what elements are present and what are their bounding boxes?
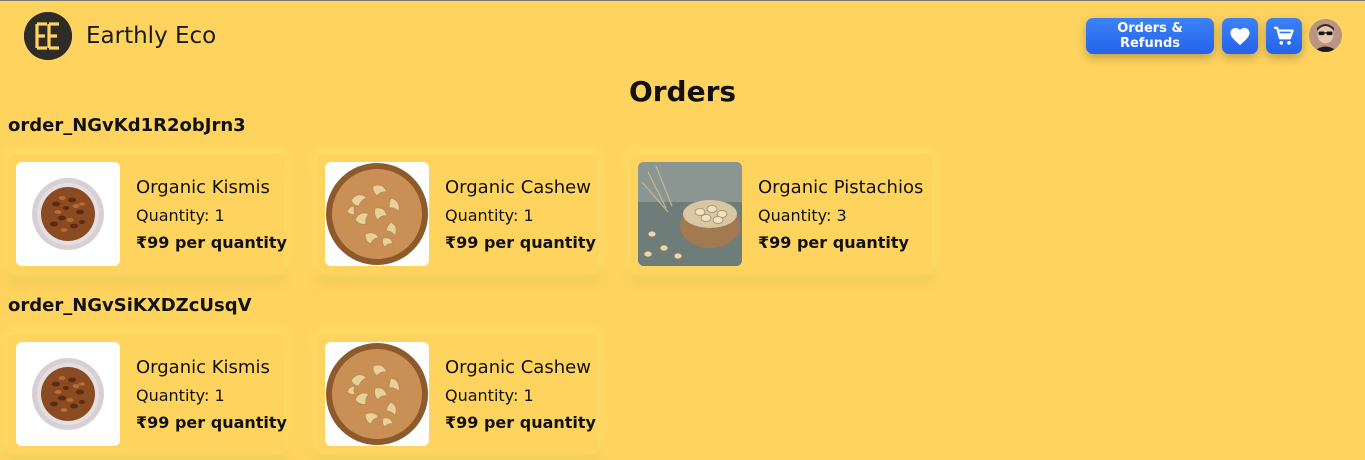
user-avatar[interactable]: [1309, 19, 1342, 52]
pistachio-bowl-icon: [638, 162, 742, 266]
product-quantity: Quantity: 1: [445, 206, 534, 225]
product-quantity: Quantity: 1: [445, 386, 534, 405]
cart-button[interactable]: [1266, 18, 1302, 54]
logo-icon: [24, 12, 72, 60]
orders-refunds-button[interactable]: Orders & Refunds: [1086, 18, 1214, 54]
order-id: order_NGvKd1R2obJrn3: [8, 115, 246, 136]
product-quantity: Quantity: 3: [758, 206, 847, 225]
product-price: ₹99 per quantity: [445, 413, 596, 432]
cashew-bowl-icon: [326, 163, 428, 265]
product-name: Organic Kismis: [136, 357, 270, 378]
order-item-card[interactable]: Organic Cashew Quantity: 1 ₹99 per quant…: [317, 154, 598, 274]
page-title: Orders: [628, 75, 737, 108]
brand-name[interactable]: Earthly Eco: [86, 23, 216, 49]
product-price: ₹99 per quantity: [136, 413, 287, 432]
product-quantity: Quantity: 1: [136, 386, 225, 405]
product-image-cashew: [325, 342, 429, 446]
order-item-card[interactable]: Organic Kismis Quantity: 1 ₹99 per quant…: [8, 334, 287, 454]
product-name: Organic Pistachios: [758, 177, 924, 198]
raisins-bowl-icon: [32, 358, 104, 430]
product-price: ₹99 per quantity: [758, 233, 909, 252]
product-name: Organic Cashew: [445, 357, 591, 378]
order-item-card[interactable]: Organic Pistachios Quantity: 3 ₹99 per q…: [630, 154, 933, 274]
product-image-pistachio: [638, 162, 742, 266]
product-price: ₹99 per quantity: [136, 233, 287, 252]
order-item-card[interactable]: Organic Kismis Quantity: 1 ₹99 per quant…: [8, 154, 287, 274]
cashew-bowl-icon: [326, 343, 428, 445]
avatar-icon: [1309, 19, 1342, 52]
product-image-kismis: [16, 342, 120, 446]
wishlist-button[interactable]: [1222, 18, 1258, 54]
product-image-cashew: [325, 162, 429, 266]
order-item-card[interactable]: Organic Cashew Quantity: 1 ₹99 per quant…: [317, 334, 598, 454]
product-image-kismis: [16, 162, 120, 266]
heart-icon: [1230, 27, 1250, 46]
cart-icon: [1274, 26, 1294, 45]
raisins-bowl-icon: [32, 178, 104, 250]
product-price: ₹99 per quantity: [445, 233, 596, 252]
brand-logo[interactable]: [24, 12, 72, 60]
order-id: order_NGvSiKXDZcUsqV: [8, 295, 252, 316]
product-name: Organic Kismis: [136, 177, 270, 198]
product-quantity: Quantity: 1: [136, 206, 225, 225]
product-name: Organic Cashew: [445, 177, 591, 198]
